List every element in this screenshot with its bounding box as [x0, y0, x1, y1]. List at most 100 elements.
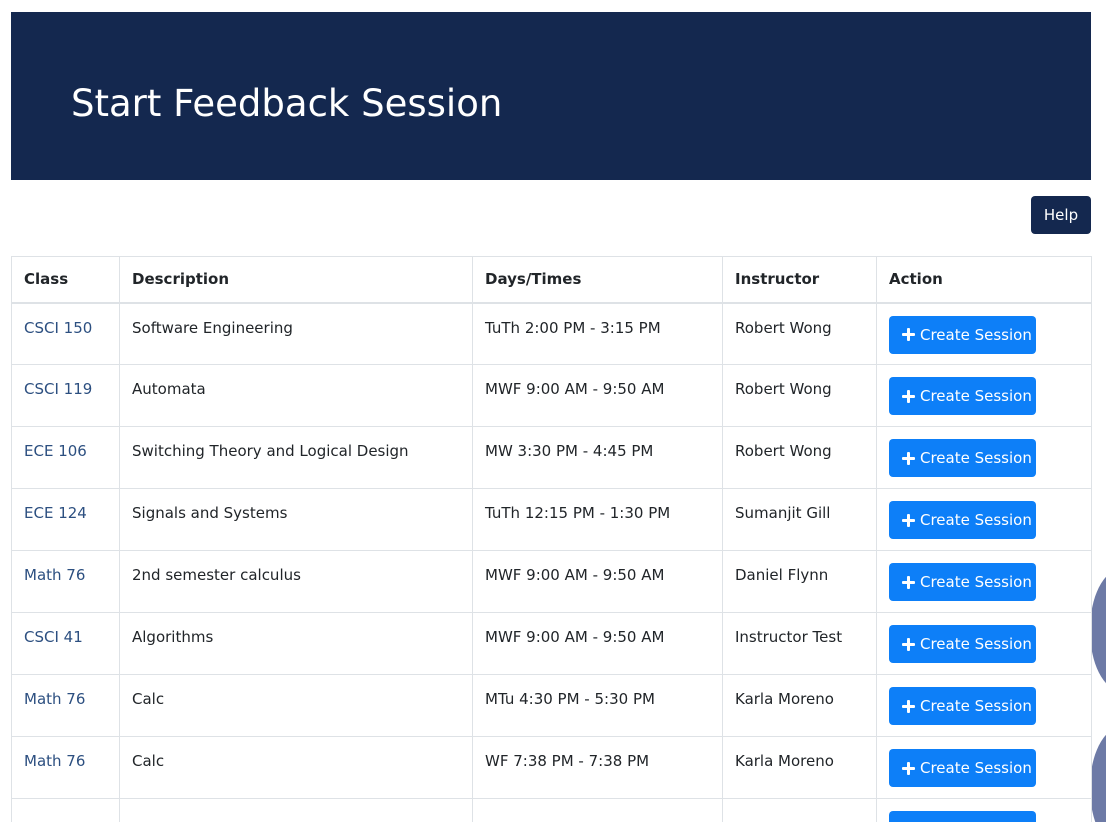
create-session-button[interactable]: Create Session — [889, 501, 1036, 539]
class-cell: CSCI 150 — [11, 302, 120, 365]
page: Start Feedback Session Help Class Descri… — [0, 0, 1106, 822]
action-cell — [876, 798, 1092, 822]
column-header-description: Description — [119, 256, 473, 304]
class-link[interactable]: Math 76 — [24, 752, 85, 770]
days-times-cell: TuTh 12:15 PM - 1:30 PM — [472, 488, 723, 551]
table-header-row: Class Description Days/Times Instructor … — [11, 256, 1092, 304]
create-session-label: Create Session — [920, 635, 1032, 653]
instructor-cell: Daniel Flynn — [722, 550, 877, 613]
days-times-cell — [472, 798, 723, 822]
class-link[interactable]: CSCI 41 — [24, 628, 83, 646]
decorative-shape — [1090, 570, 1106, 690]
days-times-cell: MWF 9:00 AM - 9:50 AM — [472, 612, 723, 675]
decorative-shape — [1090, 728, 1106, 822]
class-cell: CSCI 41 — [11, 612, 120, 675]
action-cell: Create Session — [876, 364, 1092, 427]
create-session-label: Create Session — [920, 325, 1032, 344]
create-session-label: Create Session — [920, 511, 1032, 529]
class-cell: Math 76 — [11, 674, 120, 737]
plus-icon — [902, 761, 915, 775]
action-cell: Create Session — [876, 674, 1092, 737]
days-times-cell: TuTh 2:00 PM - 3:15 PM — [472, 302, 723, 365]
class-link[interactable]: ECE 124 — [24, 504, 87, 522]
create-session-button[interactable]: Create Session — [889, 625, 1036, 663]
table-row: ECE 124 Signals and Systems TuTh 12:15 P… — [11, 488, 1092, 551]
days-times-cell: MTu 4:30 PM - 5:30 PM — [472, 674, 723, 737]
table-row: Math 76 2nd semester calculus MWF 9:00 A… — [11, 550, 1092, 613]
days-times-cell: MW 3:30 PM - 4:45 PM — [472, 426, 723, 489]
description-cell: Software Engineering — [119, 302, 473, 365]
create-session-button[interactable]: Create Session — [889, 563, 1036, 601]
table-row: Math 76 Calc WF 7:38 PM - 7:38 PM Karla … — [11, 736, 1092, 799]
days-times-cell: MWF 9:00 AM - 9:50 AM — [472, 364, 723, 427]
create-session-label: Create Session — [920, 449, 1032, 467]
action-cell: Create Session — [876, 736, 1092, 799]
help-button[interactable]: Help — [1031, 196, 1091, 234]
plus-icon — [902, 389, 915, 403]
column-header-action: Action — [876, 256, 1092, 304]
table-row: ECE 106 Switching Theory and Logical Des… — [11, 426, 1092, 489]
class-link[interactable]: CSCI 150 — [24, 319, 92, 337]
description-cell: Switching Theory and Logical Design — [119, 426, 473, 489]
class-cell: ECE 124 — [11, 488, 120, 551]
instructor-cell: Karla Moreno — [722, 674, 877, 737]
class-cell — [11, 798, 120, 822]
description-cell: Calc — [119, 736, 473, 799]
action-cell: Create Session — [876, 612, 1092, 675]
class-cell: CSCI 119 — [11, 364, 120, 427]
create-session-button[interactable]: Create Session — [889, 687, 1036, 725]
table-row: CSCI 119 Automata MWF 9:00 AM - 9:50 AM … — [11, 364, 1092, 427]
classes-table: Class Description Days/Times Instructor … — [11, 256, 1092, 822]
instructor-cell: Robert Wong — [722, 426, 877, 489]
class-cell: Math 76 — [11, 736, 120, 799]
action-cell: Create Session — [876, 302, 1092, 365]
table-row — [11, 798, 1092, 822]
table-row: Math 76 Calc MTu 4:30 PM - 5:30 PM Karla… — [11, 674, 1092, 737]
instructor-cell — [722, 798, 877, 822]
create-session-label: Create Session — [920, 697, 1032, 715]
days-times-cell: WF 7:38 PM - 7:38 PM — [472, 736, 723, 799]
class-link[interactable]: CSCI 119 — [24, 380, 92, 398]
create-session-label: Create Session — [920, 573, 1032, 591]
table-row: CSCI 150 Software Engineering TuTh 2:00 … — [11, 302, 1092, 365]
description-cell: Automata — [119, 364, 473, 427]
create-session-button[interactable]: Create Session — [889, 315, 1036, 354]
plus-icon — [902, 575, 915, 589]
plus-icon — [902, 513, 915, 527]
page-header-banner: Start Feedback Session — [11, 12, 1091, 180]
instructor-cell: Instructor Test — [722, 612, 877, 675]
action-cell: Create Session — [876, 550, 1092, 613]
create-session-label: Create Session — [920, 387, 1032, 405]
table-row: CSCI 41 Algorithms MWF 9:00 AM - 9:50 AM… — [11, 612, 1092, 675]
plus-icon — [902, 451, 915, 465]
column-header-instructor: Instructor — [722, 256, 877, 304]
description-cell: Signals and Systems — [119, 488, 473, 551]
class-cell: ECE 106 — [11, 426, 120, 489]
class-link[interactable]: Math 76 — [24, 690, 85, 708]
instructor-cell: Sumanjit Gill — [722, 488, 877, 551]
plus-icon — [902, 699, 915, 713]
create-session-button[interactable]: Create Session — [889, 377, 1036, 415]
plus-icon — [902, 328, 915, 341]
description-cell: 2nd semester calculus — [119, 550, 473, 613]
description-cell: Algorithms — [119, 612, 473, 675]
page-title: Start Feedback Session — [71, 82, 503, 125]
instructor-cell: Robert Wong — [722, 364, 877, 427]
class-link[interactable]: Math 76 — [24, 566, 85, 584]
days-times-cell: MWF 9:00 AM - 9:50 AM — [472, 550, 723, 613]
column-header-days-times: Days/Times — [472, 256, 723, 304]
description-cell: Calc — [119, 674, 473, 737]
action-cell: Create Session — [876, 488, 1092, 551]
class-link[interactable]: ECE 106 — [24, 442, 87, 460]
create-session-button[interactable] — [889, 811, 1036, 822]
action-cell: Create Session — [876, 426, 1092, 489]
plus-icon — [902, 637, 915, 651]
create-session-label: Create Session — [920, 759, 1032, 777]
instructor-cell: Karla Moreno — [722, 736, 877, 799]
create-session-button[interactable]: Create Session — [889, 439, 1036, 477]
column-header-class: Class — [11, 256, 120, 304]
create-session-button[interactable]: Create Session — [889, 749, 1036, 787]
instructor-cell: Robert Wong — [722, 302, 877, 365]
class-cell: Math 76 — [11, 550, 120, 613]
description-cell — [119, 798, 473, 822]
